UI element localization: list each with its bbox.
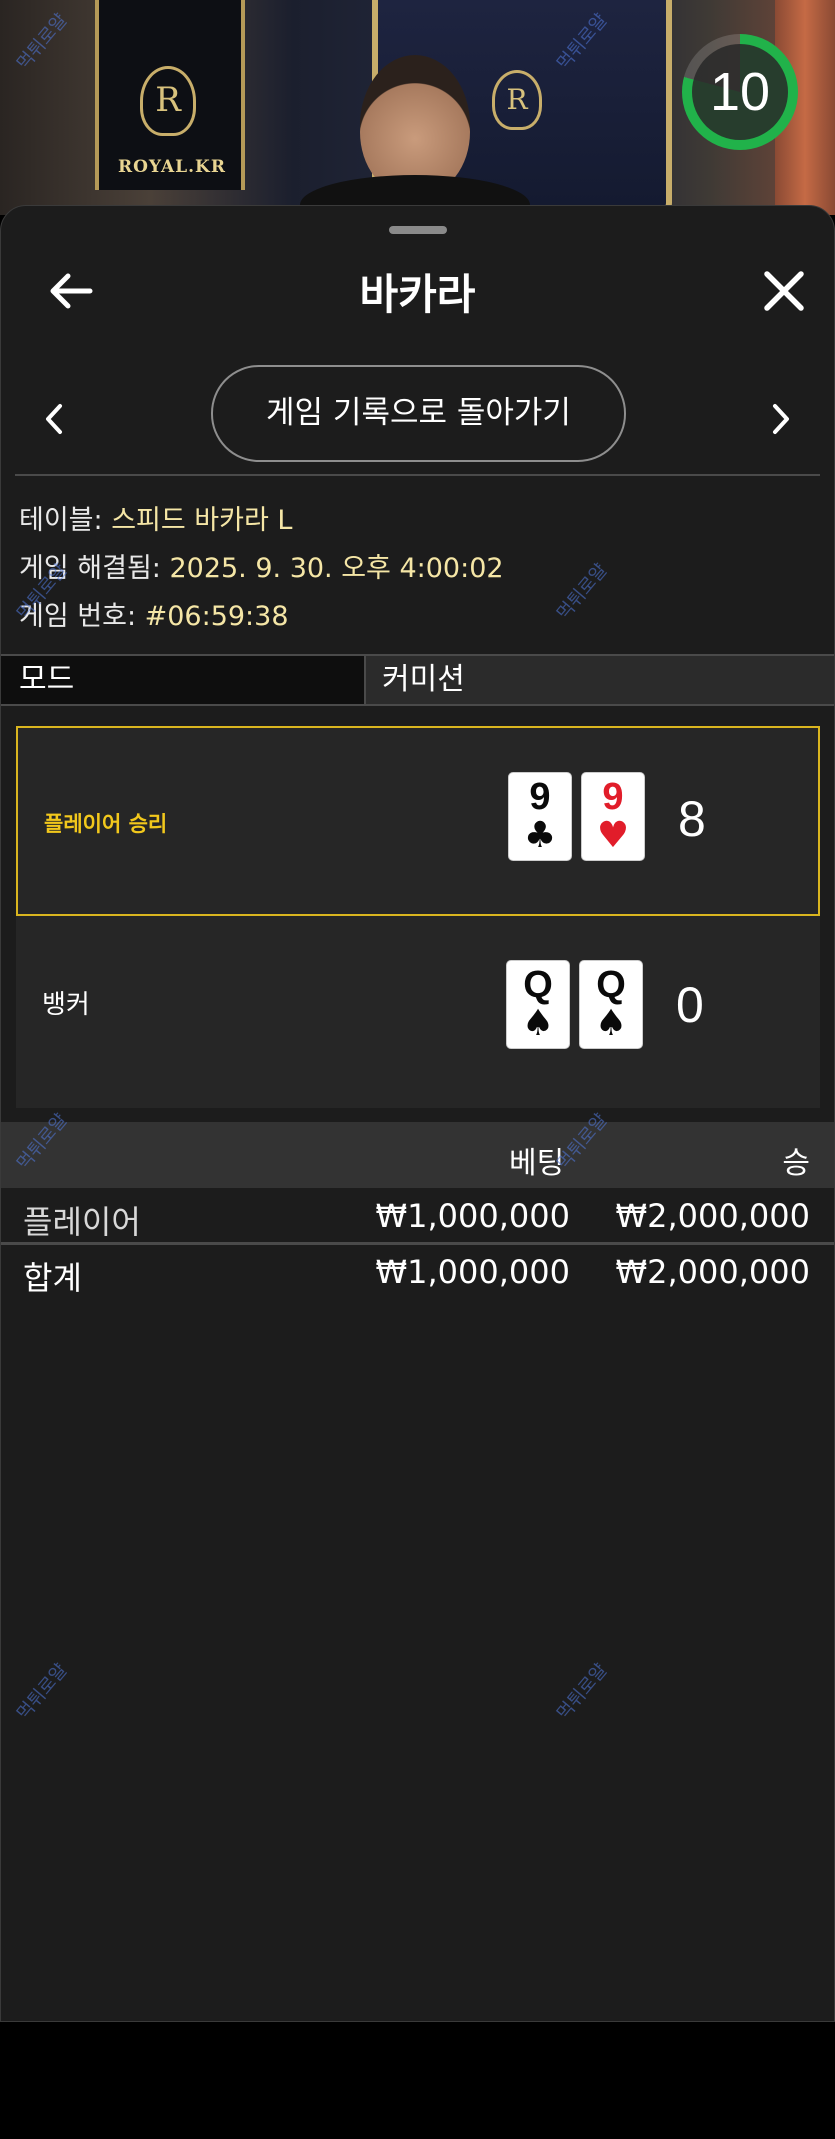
countdown-timer: 10	[682, 34, 798, 150]
resolved-info-value: 2025. 9. 30. 오후 4:00:02	[169, 553, 504, 584]
total-bet: ₩1,000,000	[375, 1253, 571, 1291]
timer-value: 10	[692, 44, 788, 140]
divider	[1, 1242, 834, 1245]
banker-hand-label: 뱅커	[42, 990, 90, 1020]
back-to-history-button[interactable]: 게임 기록으로 돌아가기	[211, 365, 626, 462]
chevron-right-icon	[773, 404, 789, 434]
table-info-label: 테이블:	[19, 505, 112, 536]
mode-row: 모드 커미션	[1, 654, 834, 706]
playing-card: Q ♠	[506, 960, 570, 1049]
next-game-button[interactable]	[756, 389, 806, 449]
table-info: 테이블: 스피드 바카라 L	[19, 498, 292, 537]
prev-game-button[interactable]	[29, 389, 79, 449]
mode-label: 모드	[1, 656, 366, 704]
chevron-left-icon	[46, 404, 62, 434]
bet-table-header: 베팅 승	[1, 1122, 834, 1188]
player-hand-label: 플레이어 승리	[44, 812, 168, 836]
club-suit-icon: ♣	[523, 815, 557, 856]
card-rank: 9	[602, 776, 624, 818]
playing-card: 9 ♣	[508, 772, 572, 861]
close-icon	[764, 271, 804, 311]
heart-suit-icon: ♥	[596, 815, 630, 856]
total-win: ₩2,000,000	[615, 1253, 811, 1291]
bet-row-amount: ₩1,000,000	[375, 1197, 571, 1235]
dealer	[360, 55, 470, 195]
table-row: 플레이어 ₩1,000,000 ₩2,000,000	[1, 1191, 834, 1243]
card-rank: Q	[523, 964, 553, 1006]
resolved-info: 게임 해결됨: 2025. 9. 30. 오후 4:00:02	[19, 546, 504, 585]
royal-crest-logo: R	[140, 66, 196, 136]
win-column-header: 승	[782, 1146, 810, 1181]
banker-score: 0	[676, 977, 704, 1033]
royal-crest-logo-center: R	[492, 70, 542, 130]
close-button[interactable]	[749, 256, 819, 326]
card-rank: Q	[596, 964, 626, 1006]
bottom-bar	[0, 2022, 835, 2139]
spade-suit-icon: ♠	[594, 1003, 628, 1044]
card-rank: 9	[529, 776, 551, 818]
playing-card: Q ♠	[579, 960, 643, 1049]
live-video-feed: R ROYAL.KR R 10	[0, 0, 835, 215]
crest-letter: R	[506, 83, 528, 116]
divider	[15, 474, 820, 476]
sheet-grabber-handle[interactable]	[389, 226, 447, 234]
total-label: 합계	[23, 1259, 82, 1297]
bet-row-name: 플레이어	[23, 1203, 141, 1241]
game-number-info: 게임 번호: #06:59:38	[19, 594, 289, 633]
mode-value: 커미션	[366, 656, 834, 704]
hand-results: 플레이어 승리 9 ♣ 9 ♥ 8 뱅커 Q ♠ Q ♠ 0	[16, 726, 820, 1108]
banker-hand: 뱅커 Q ♠ Q ♠ 0	[16, 918, 820, 1108]
page-title: 바카라	[359, 271, 476, 318]
player-score: 8	[678, 791, 706, 847]
player-hand: 플레이어 승리 9 ♣ 9 ♥ 8	[16, 726, 820, 916]
game-detail-sheet: 바카라 게임 기록으로 돌아가기 테이블: 스피드 바카라 L 게임 해결됨: …	[0, 205, 835, 2022]
game-number-value: #06:59:38	[144, 601, 289, 632]
royal-brand-label: ROYAL.KR	[118, 157, 226, 177]
playing-card: 9 ♥	[581, 772, 645, 861]
total-row: 합계 ₩1,000,000 ₩2,000,000	[1, 1247, 834, 1299]
spade-suit-icon: ♠	[521, 1003, 555, 1044]
crest-letter: R	[155, 80, 181, 120]
table-info-value: 스피드 바카라 L	[111, 505, 293, 536]
bet-row-win: ₩2,000,000	[615, 1197, 811, 1235]
